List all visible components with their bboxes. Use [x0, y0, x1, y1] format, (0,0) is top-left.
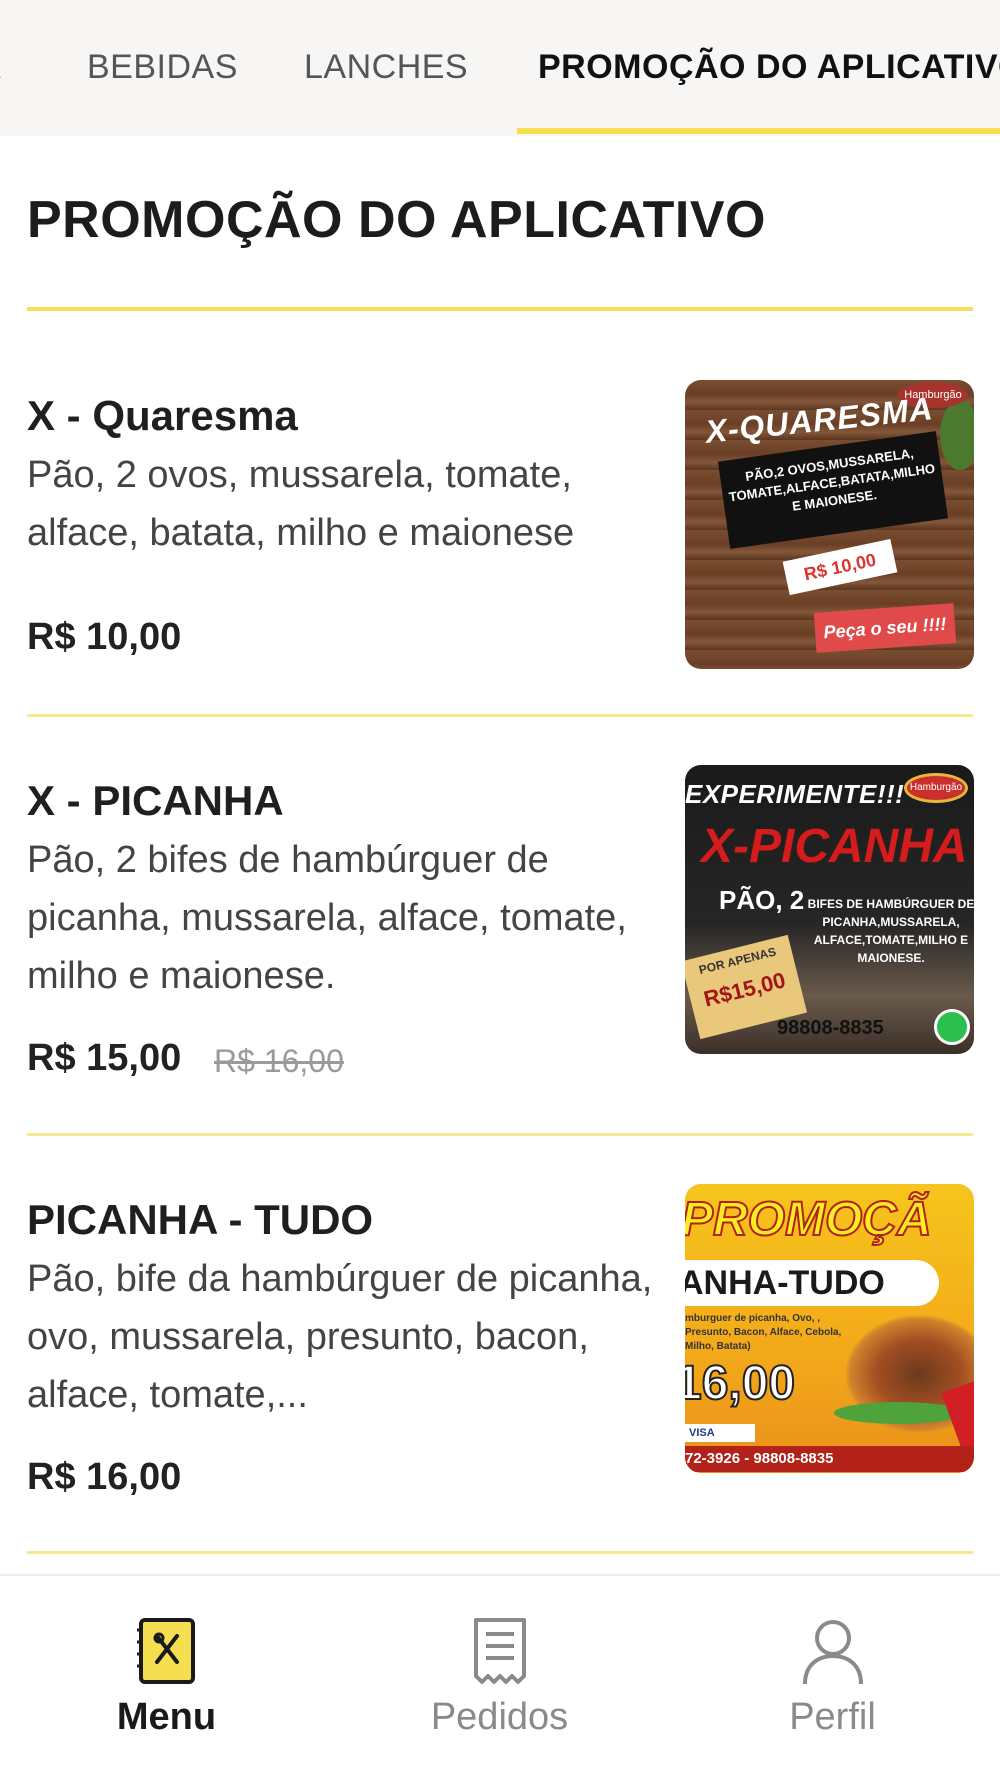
product-image[interactable]: PROMOÇÃ ANHA-TUDO mburguer de picanha, O…: [685, 1184, 974, 1473]
product-name: PICANHA - TUDO: [27, 1196, 374, 1243]
tab-partial[interactable]: A: [0, 48, 1, 87]
product-name: X - PICANHA: [27, 777, 284, 824]
product-description: Pão, bife da hambúrguer de picanha, ovo,…: [27, 1258, 653, 1416]
nav-label: Pedidos: [430, 1696, 569, 1738]
menu-book-icon: [136, 1618, 195, 1684]
tab-bebidas[interactable]: BEBIDAS: [87, 48, 238, 87]
ticket-price: R$15,00: [701, 967, 788, 1012]
item-divider: [27, 1551, 973, 1554]
product-price: R$ 16,00: [27, 1456, 182, 1498]
category-tabs: A BEBIDAS LANCHES PROMOÇÃO DO APLICATIVO: [0, 0, 1000, 136]
product-price: R$ 15,00: [27, 1037, 182, 1079]
image-ingredients: PÃO,2 OVOS,MUSSARELA, TOMATE,ALFACE,BATA…: [717, 431, 949, 549]
image-title: X-PICANHA: [701, 820, 968, 873]
whatsapp-icon: [934, 1009, 970, 1045]
tab-lanches[interactable]: LANCHES: [304, 48, 468, 87]
tab-promocao-do-aplicativo[interactable]: PROMOÇÃO DO APLICATIVO: [538, 48, 1000, 87]
item-divider: [27, 714, 973, 717]
product-price: R$ 10,00: [27, 616, 182, 658]
section-title: PROMOÇÃO DO APLICATIVO: [27, 191, 766, 249]
nav-menu[interactable]: Menu: [0, 1576, 333, 1778]
image-ingredients: mburguer de picanha, Ovo, , Presunto, Ba…: [685, 1313, 842, 1352]
image-price: 16,00: [685, 1356, 796, 1411]
brand-logo: Hamburgão: [904, 773, 968, 803]
bottom-navigation: Menu Pedidos Perfil: [0, 1574, 1000, 1778]
image-headline: PROMOÇÃ: [685, 1192, 933, 1247]
person-icon: [802, 1620, 863, 1685]
nav-label: Menu: [116, 1696, 217, 1738]
image-card-logos: VISA: [685, 1424, 755, 1442]
product-name: X - Quaresma: [27, 392, 298, 439]
image-cta: Peça o seu !!!!: [813, 603, 957, 653]
leaf-decoration: [940, 400, 974, 470]
image-headline: EXPERIMENTE!!!: [685, 779, 905, 809]
nav-perfil[interactable]: Perfil: [666, 1576, 999, 1778]
image-price-tag: R$ 10,00: [782, 538, 898, 596]
product-image[interactable]: EXPERIMENTE!!! Hamburgão X-PICANHA PÃO, …: [685, 765, 974, 1054]
item-divider: [27, 1133, 973, 1136]
image-ribbon: ANHA-TUDO: [685, 1260, 939, 1306]
image-phones: 72-3926 - 98808-8835: [685, 1446, 974, 1472]
product-image[interactable]: Hamburgão X-QUARESMA PÃO,2 OVOS,MUSSAREL…: [685, 380, 974, 669]
nav-pedidos[interactable]: Pedidos: [333, 1576, 666, 1778]
active-tab-indicator: [517, 128, 1000, 134]
image-pao: PÃO, 2: [719, 885, 805, 915]
product-description: Pão, 2 ovos, mussarela, tomate, alface, …: [27, 454, 575, 554]
product-old-price: R$ 16,00: [214, 1043, 344, 1079]
product-description: Pão, 2 bifes de hambúrguer de picanha, m…: [27, 839, 627, 997]
nav-label: Perfil: [789, 1696, 876, 1738]
section-divider: [27, 307, 973, 311]
image-description: BIFES DE HAMBÚRGUER DE PICANHA,MUSSARELA…: [807, 897, 974, 965]
image-phone: 98808-8835: [777, 1017, 884, 1039]
lettuce-illustration: [834, 1402, 964, 1424]
receipt-icon: [473, 1618, 526, 1684]
